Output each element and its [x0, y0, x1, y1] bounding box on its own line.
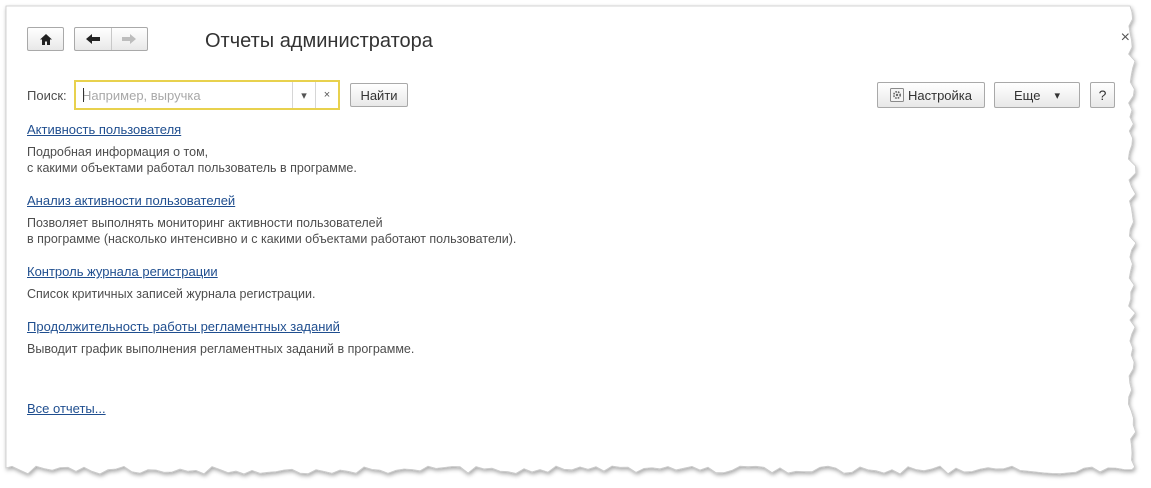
admin-reports-window: Отчеты администратора × Поиск: ▾ × Найти…: [10, 10, 1130, 465]
report-link-scheduled-jobs-duration[interactable]: Продолжительность работы регламентных за…: [27, 317, 340, 337]
more-button[interactable]: Еще ▾: [994, 82, 1080, 108]
report-description-line: Выводит график выполнения регламентных з…: [27, 342, 415, 356]
history-navigation: [74, 27, 148, 51]
report-item: Анализ активности пользователей Позволяе…: [27, 191, 516, 247]
report-description-line: в программе (насколько интенсивно и с ка…: [27, 232, 517, 246]
page-title: Отчеты администратора: [205, 30, 433, 52]
screenshot-stage: Отчеты администратора × Поиск: ▾ × Найти…: [0, 0, 1151, 488]
more-label: Еще: [1014, 87, 1041, 103]
arrow-left-icon: [85, 34, 100, 44]
all-reports-link[interactable]: Все отчеты...: [27, 401, 106, 416]
chevron-down-icon: ▾: [1054, 89, 1060, 102]
settings-button[interactable]: Настройка: [877, 82, 985, 108]
report-description-line: с какими объектами работал пользователь …: [27, 161, 357, 175]
close-button[interactable]: ×: [1121, 30, 1130, 46]
home-button[interactable]: [27, 27, 64, 51]
home-icon: [39, 33, 52, 45]
report-description-line: Список критичных записей журнала регистр…: [27, 287, 316, 301]
report-link-users-activity-analysis[interactable]: Анализ активности пользователей: [27, 191, 235, 211]
search-field: ▾ ×: [74, 80, 340, 110]
report-description-line: Позволяет выполнять мониторинг активност…: [27, 216, 383, 230]
report-link-event-log-control[interactable]: Контроль журнала регистрации: [27, 262, 218, 282]
search-label: Поиск:: [27, 88, 67, 103]
help-button[interactable]: ?: [1090, 82, 1115, 108]
chevron-down-icon: ▾: [301, 89, 307, 102]
find-button[interactable]: Найти: [350, 83, 408, 107]
search-dropdown-button[interactable]: ▾: [292, 82, 315, 108]
settings-icon: [890, 88, 904, 102]
report-description: Позволяет выполнять мониторинг активност…: [27, 215, 516, 247]
report-list: Активность пользователя Подробная информ…: [27, 120, 516, 372]
settings-label: Настройка: [908, 87, 972, 103]
arrow-right-icon: [122, 34, 137, 44]
report-description-line: Подробная информация о том,: [27, 145, 209, 159]
report-description: Выводит график выполнения регламентных з…: [27, 341, 516, 357]
forward-button[interactable]: [110, 28, 148, 50]
clear-icon: ×: [323, 89, 331, 101]
report-item: Активность пользователя Подробная информ…: [27, 120, 516, 176]
back-button[interactable]: [75, 28, 111, 50]
text-cursor: [83, 88, 84, 102]
report-description: Список критичных записей журнала регистр…: [27, 286, 516, 302]
report-link-user-activity[interactable]: Активность пользователя: [27, 120, 181, 140]
search-input[interactable]: [76, 82, 292, 108]
report-item: Продолжительность работы регламентных за…: [27, 317, 516, 357]
report-description: Подробная информация о том, с какими объ…: [27, 144, 516, 176]
search-clear-button[interactable]: ×: [315, 82, 338, 108]
report-item: Контроль журнала регистрации Список крит…: [27, 262, 516, 302]
